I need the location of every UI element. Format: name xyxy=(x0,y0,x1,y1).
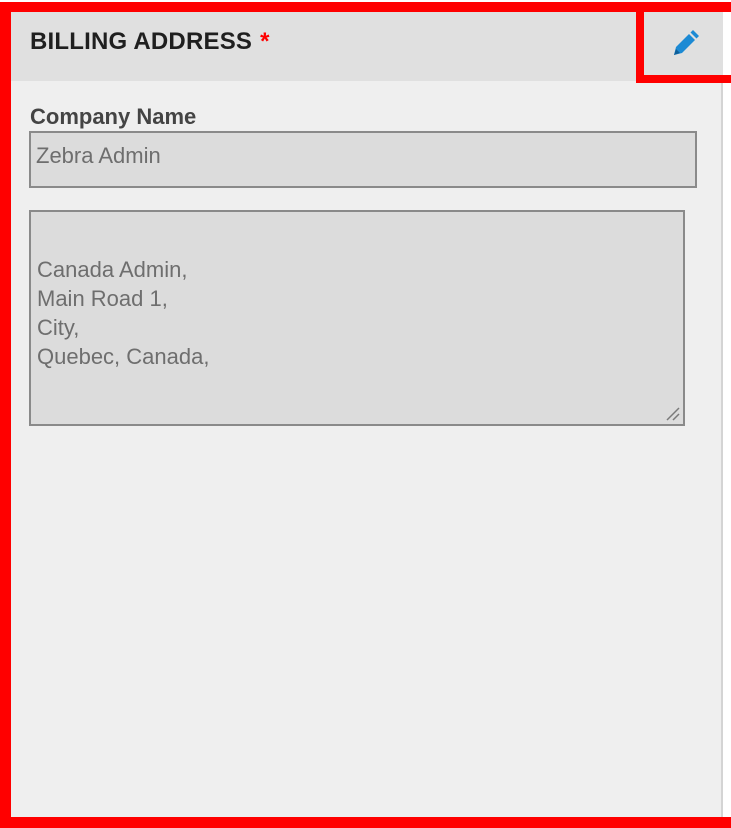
company-name-label: Company Name xyxy=(30,104,197,129)
edit-billing-address-button[interactable] xyxy=(636,8,731,81)
resize-grip-icon[interactable] xyxy=(664,405,680,421)
panel-title: BILLING ADDRESS * xyxy=(30,28,270,56)
page: BILLING ADDRESS * Company Name Zebra Admi… xyxy=(0,0,731,828)
pencil-icon xyxy=(673,29,699,55)
billing-address-panel: BILLING ADDRESS * Company Name Zebra Admi… xyxy=(8,8,723,820)
company-name-field[interactable]: Zebra Admin xyxy=(29,131,697,188)
required-marker: * xyxy=(260,28,270,55)
panel-title-text: BILLING ADDRESS xyxy=(30,28,253,55)
address-text: Canada Admin, Main Road 1, City, Quebec,… xyxy=(37,257,210,369)
panel-header: BILLING ADDRESS * xyxy=(8,8,723,81)
address-textarea[interactable]: Canada Admin, Main Road 1, City, Quebec,… xyxy=(29,210,685,426)
